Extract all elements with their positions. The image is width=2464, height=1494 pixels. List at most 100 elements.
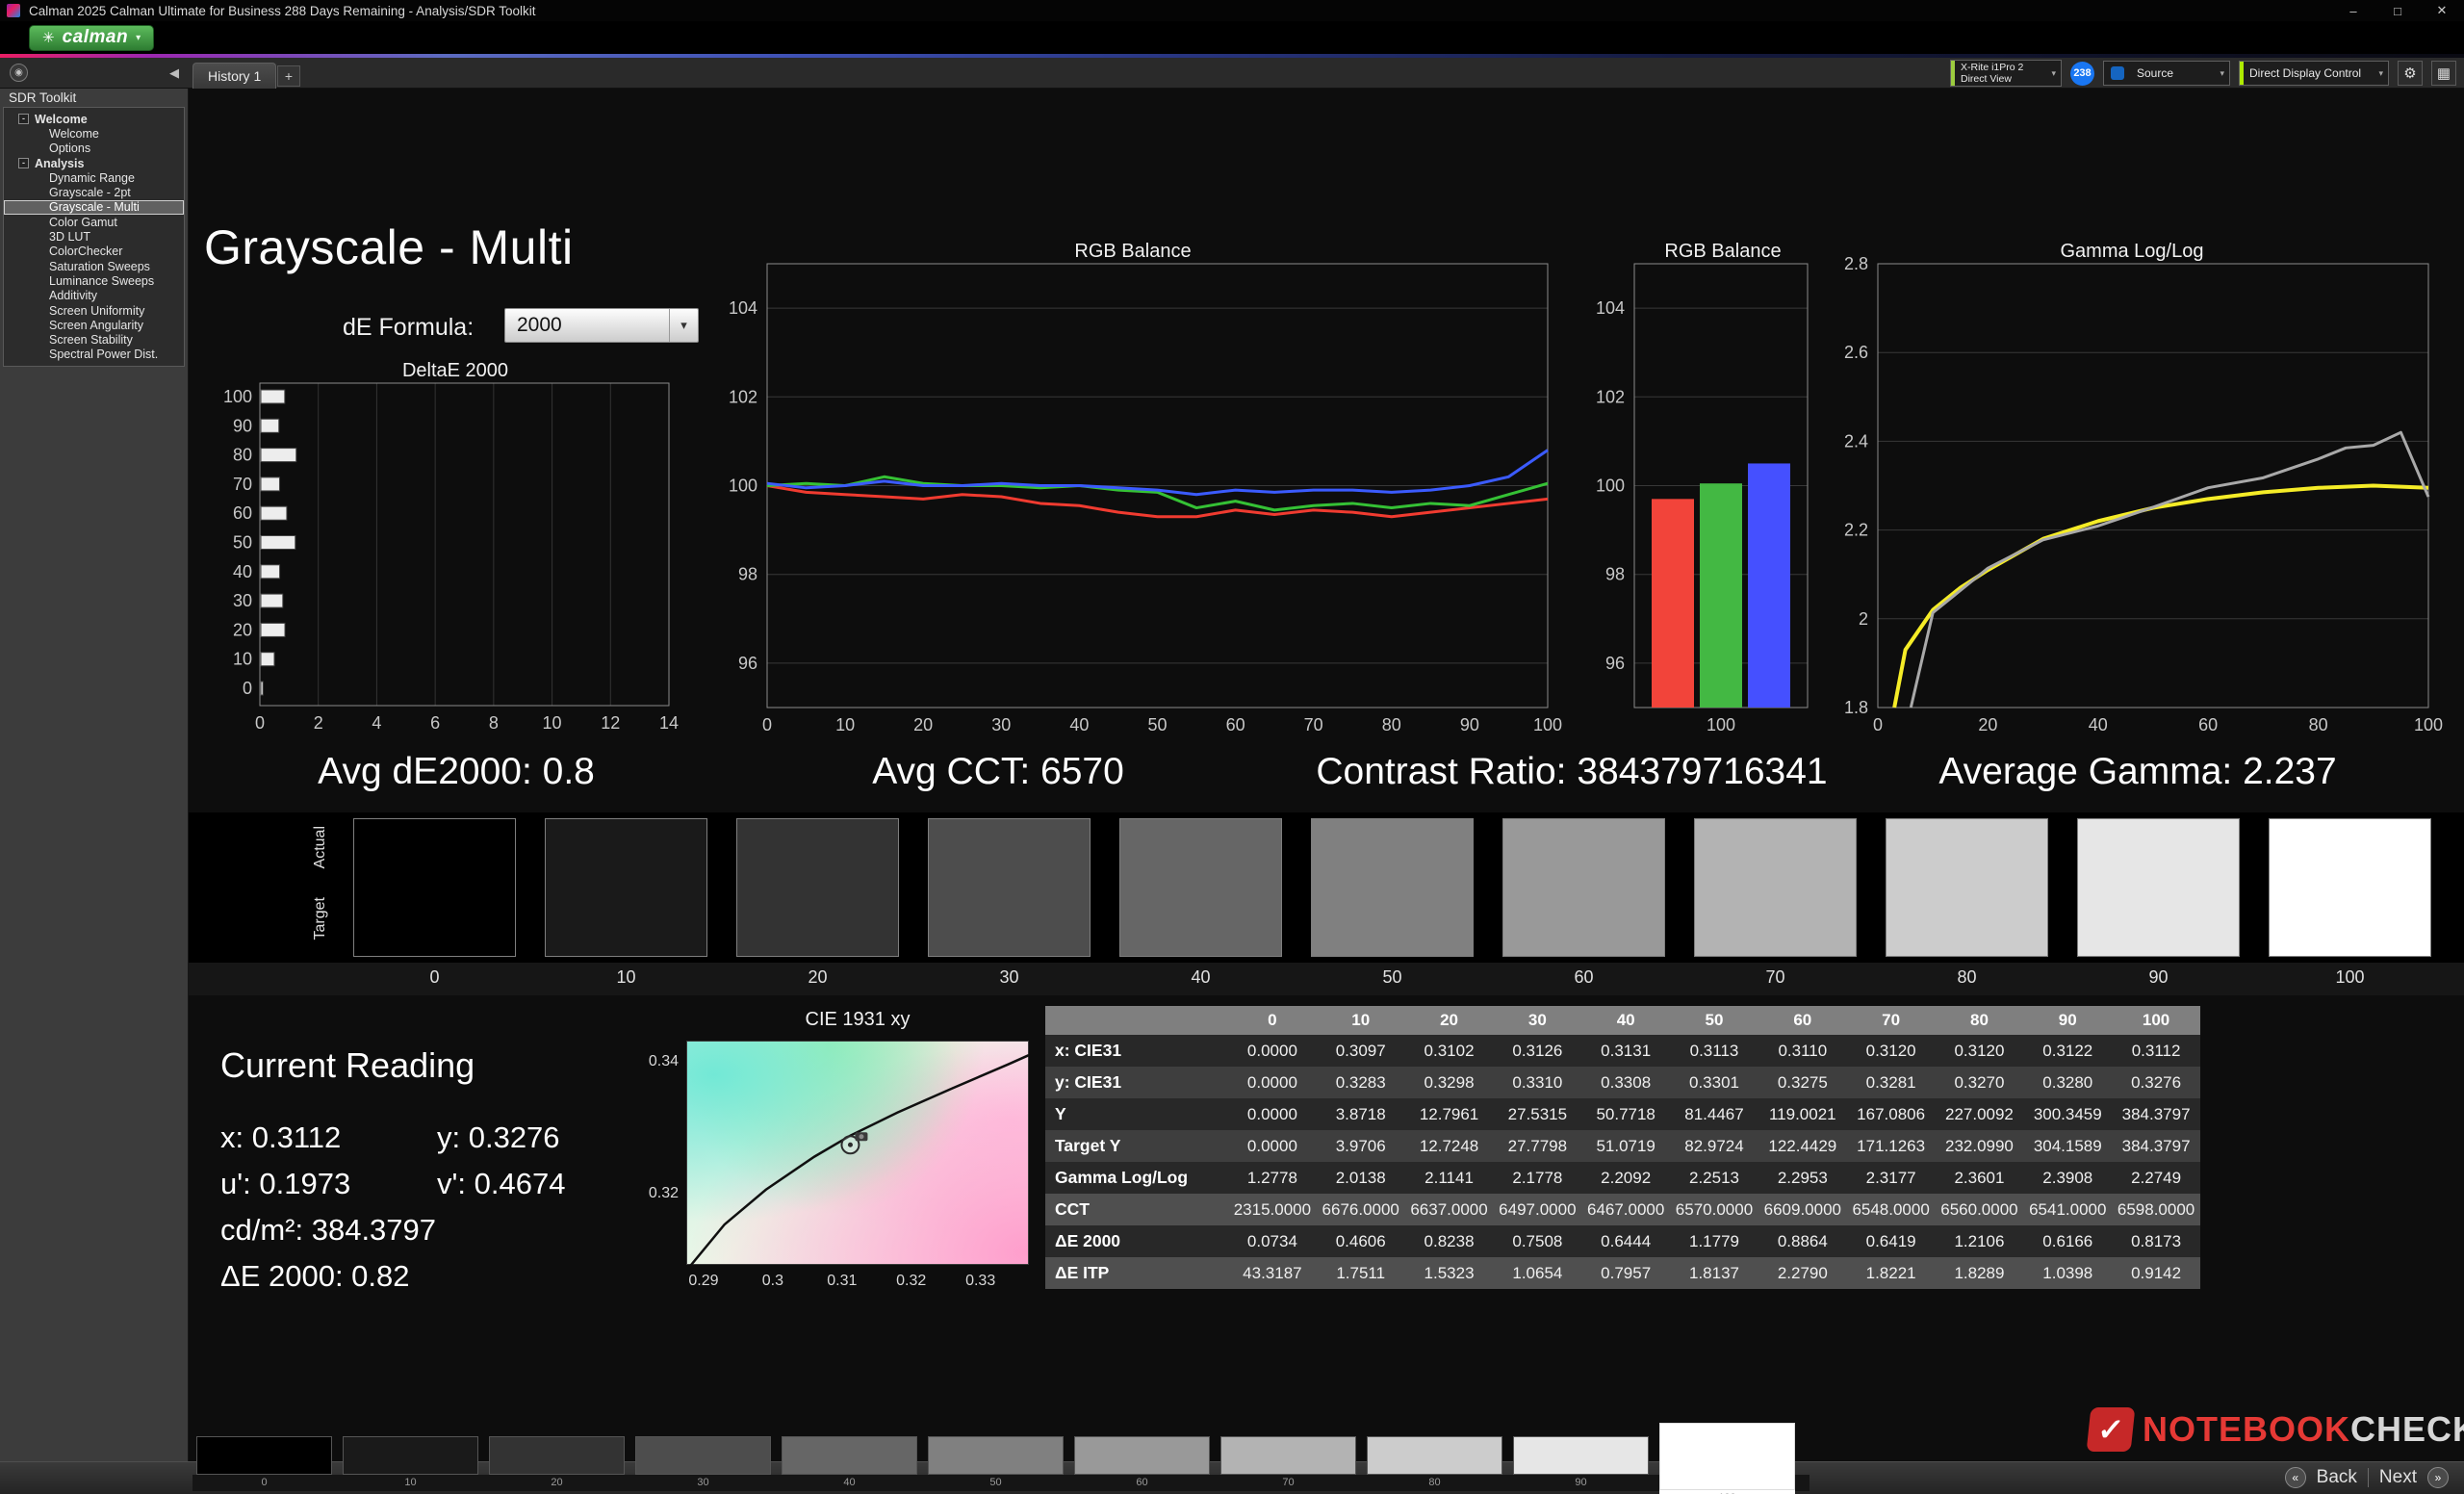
- swatch-level-label: 60: [1502, 967, 1665, 988]
- reading-x: x: 0.3112: [220, 1120, 341, 1155]
- sidebar-item-saturation-sweeps[interactable]: Saturation Sweeps: [4, 259, 184, 273]
- actual-axis-label: Actual: [312, 826, 329, 868]
- close-button[interactable]: ✕: [2420, 0, 2464, 21]
- source-selector[interactable]: Source ▾: [2103, 61, 2230, 86]
- table-cell: 27.7798: [1493, 1130, 1581, 1162]
- sidebar-item-spectral-power-dist[interactable]: Spectral Power Dist.: [4, 348, 184, 362]
- svg-text:60: 60: [1226, 715, 1245, 734]
- add-tab-button[interactable]: +: [277, 65, 300, 87]
- table-cell: 6497.0000: [1493, 1194, 1581, 1225]
- sidebar-item-grayscale-2pt[interactable]: Grayscale - 2pt: [4, 185, 184, 199]
- svg-text:96: 96: [738, 654, 757, 673]
- table-cell: 27.5315: [1493, 1098, 1581, 1130]
- svg-text:0: 0: [1873, 715, 1883, 734]
- grayscale-swatch-50: [1311, 818, 1474, 957]
- patch-level-0[interactable]: 0: [196, 1436, 332, 1494]
- tab-history-1[interactable]: History 1: [192, 63, 276, 89]
- sidebar-item-3d-lut[interactable]: 3D LUT: [4, 229, 184, 244]
- patch-level-70[interactable]: 70: [1220, 1436, 1356, 1494]
- table-cell: 0.3310: [1493, 1067, 1581, 1098]
- meter-count-badge[interactable]: 238: [2070, 62, 2094, 86]
- sidebar-item-welcome[interactable]: Welcome: [4, 126, 184, 141]
- table-cell: 6570.0000: [1670, 1194, 1758, 1225]
- window-title: Calman 2025 Calman Ultimate for Business…: [29, 4, 535, 18]
- back-button[interactable]: Back: [2317, 1467, 2357, 1488]
- sidebar-item-colorchecker[interactable]: ColorChecker: [4, 245, 184, 259]
- table-cell: 0.3275: [1758, 1067, 1847, 1098]
- patch-level-label: 90: [1513, 1475, 1649, 1490]
- table-cell: 0.8864: [1758, 1225, 1847, 1257]
- patch-swatch: [1074, 1436, 1210, 1475]
- sidebar-item-label: Grayscale - Multi: [49, 200, 140, 214]
- table-cell: 6637.0000: [1405, 1194, 1494, 1225]
- patch-level-90[interactable]: 90: [1513, 1436, 1649, 1494]
- sidebar-item-luminance-sweeps[interactable]: Luminance Sweeps: [4, 273, 184, 288]
- de-formula-dropdown[interactable]: 2000 ▾: [504, 308, 699, 343]
- settings-gear-icon[interactable]: ⚙: [2398, 61, 2423, 86]
- chevron-down-icon: ▾: [136, 33, 141, 43]
- sidebar-item-screen-angularity[interactable]: Screen Angularity: [4, 318, 184, 332]
- sidebar-item-label: Welcome: [49, 127, 99, 141]
- svg-text:100: 100: [1707, 715, 1735, 734]
- minimize-button[interactable]: –: [2331, 0, 2375, 21]
- table-cell: 0.3281: [1847, 1067, 1936, 1098]
- svg-text:10: 10: [835, 715, 855, 734]
- deltae-chart-plot: 024681012141009080706050403020100: [229, 383, 681, 706]
- stat-contrast-ratio: Contrast Ratio: 384379716341: [1316, 751, 1827, 793]
- svg-text:40: 40: [233, 562, 252, 581]
- next-arrow-icon[interactable]: »: [2427, 1467, 2449, 1488]
- cie-x-tick: 0.29: [682, 1273, 725, 1290]
- sidebar-item-grayscale-multi[interactable]: Grayscale - Multi: [4, 200, 184, 215]
- table-row-label: CCT: [1045, 1194, 1228, 1225]
- patch-level-80[interactable]: 80: [1367, 1436, 1502, 1494]
- table-row-label: Y: [1045, 1098, 1228, 1130]
- table-cell: 227.0092: [1936, 1098, 2024, 1130]
- tree-collapse-icon[interactable]: -: [18, 114, 29, 124]
- daylight-locus: [686, 1055, 1029, 1265]
- workspace-panel-icon[interactable]: ◉: [10, 64, 28, 82]
- table-row-label: y: CIE31: [1045, 1067, 1228, 1098]
- sidebar-item-label: Luminance Sweeps: [49, 274, 154, 288]
- grayscale-swatch-70: [1694, 818, 1857, 957]
- sidebar-item-additivity[interactable]: Additivity: [4, 289, 184, 303]
- table-cell: 0.3120: [1936, 1035, 2024, 1067]
- sidebar-item-color-gamut[interactable]: Color Gamut: [4, 215, 184, 229]
- layout-grid-icon[interactable]: ▦: [2431, 61, 2456, 86]
- back-arrow-icon[interactable]: «: [2285, 1467, 2306, 1488]
- grayscale-swatch-100: [2269, 818, 2431, 957]
- patch-level-30[interactable]: 30: [635, 1436, 771, 1494]
- next-button[interactable]: Next: [2379, 1467, 2417, 1488]
- de-formula-label: dE Formula:: [343, 314, 474, 342]
- patch-level-20[interactable]: 20: [489, 1436, 625, 1494]
- sidebar-item-label: Grayscale - 2pt: [49, 186, 131, 199]
- rgb-bar-red: [1652, 499, 1694, 708]
- meter-selector[interactable]: X-Rite i1Pro 2 Direct View ▾: [1950, 60, 2062, 87]
- maximize-button[interactable]: □: [2375, 0, 2420, 21]
- patch-level-60[interactable]: 60: [1074, 1436, 1210, 1494]
- patch-level-label: 20: [489, 1475, 625, 1490]
- patch-level-10[interactable]: 10: [343, 1436, 478, 1494]
- chart-title: CIE 1931 xy: [686, 1009, 1029, 1031]
- sidebar-item-options[interactable]: Options: [4, 142, 184, 156]
- sidebar-collapse-icon[interactable]: ◀: [169, 65, 179, 81]
- measurements-table: 0102030405060708090100x: CIE310.00000.30…: [1045, 1006, 2200, 1289]
- calman-menu-button[interactable]: ✳ calman ▾: [29, 25, 154, 51]
- display-control-selector[interactable]: Direct Display Control ▾: [2239, 61, 2389, 86]
- patch-level-40[interactable]: 40: [782, 1436, 917, 1494]
- sidebar-item-analysis[interactable]: -Analysis: [4, 156, 184, 170]
- table-cell: 1.8289: [1936, 1257, 2024, 1289]
- svg-text:80: 80: [233, 446, 252, 465]
- swatch-level-label: 70: [1694, 967, 1857, 988]
- sidebar-item-screen-uniformity[interactable]: Screen Uniformity: [4, 303, 184, 318]
- svg-text:20: 20: [233, 620, 252, 639]
- patch-level-50[interactable]: 50: [928, 1436, 1064, 1494]
- svg-text:100: 100: [729, 477, 757, 496]
- table-cell: 0.6166: [2023, 1225, 2112, 1257]
- sidebar-item-welcome[interactable]: -Welcome: [4, 112, 184, 126]
- table-cell: 0.3308: [1581, 1067, 1670, 1098]
- sidebar-item-dynamic-range[interactable]: Dynamic Range: [4, 170, 184, 185]
- tree-collapse-icon[interactable]: -: [18, 158, 29, 168]
- patch-level-100[interactable]: 100: [1659, 1436, 1795, 1494]
- table-cell: 2.3177: [1847, 1162, 1936, 1194]
- sidebar-item-screen-stability[interactable]: Screen Stability: [4, 332, 184, 347]
